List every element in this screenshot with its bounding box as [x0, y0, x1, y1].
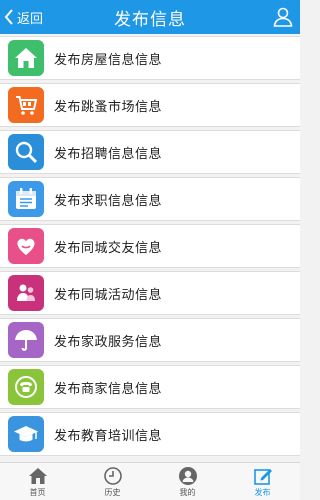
- tab-label: 我的: [179, 487, 196, 497]
- menu-item-market[interactable]: 发布跳蚤市场信息: [0, 83, 300, 127]
- umbrella-icon: [8, 322, 44, 358]
- menu-item-education[interactable]: 发布教育培训信息: [0, 412, 300, 456]
- clock-icon: [103, 466, 122, 485]
- magnifier-icon: [8, 134, 44, 170]
- menu-item-label: 发布房屋信息信息: [54, 52, 163, 68]
- edit-icon: [253, 468, 272, 485]
- house-icon: [8, 40, 44, 76]
- back-button[interactable]: 返回: [4, 0, 43, 34]
- menu-item-jobseek[interactable]: 发布求职信息信息: [0, 177, 300, 221]
- menu-item-merchant[interactable]: 发布商家信息信息: [0, 365, 300, 409]
- menu-item-label: 发布商家信息信息: [54, 381, 163, 397]
- menu-item-label: 发布求职信息信息: [54, 193, 163, 209]
- menu-item-label: 发布同城活动信息: [54, 287, 163, 303]
- menu-item-label: 发布教育培训信息: [54, 428, 163, 444]
- user-icon: [178, 466, 197, 485]
- menu-item-dating[interactable]: 发布同城交友信息: [0, 224, 300, 268]
- menu-item-recruit[interactable]: 发布招聘信息信息: [0, 130, 300, 174]
- user-icon[interactable]: [272, 6, 294, 28]
- menu-item-label: 发布同城交友信息: [54, 240, 163, 256]
- tab-label: 发布: [254, 487, 271, 497]
- tab-history[interactable]: 历史: [75, 463, 150, 500]
- tab-mine[interactable]: 我的: [150, 463, 225, 500]
- chevron-left-icon: [4, 9, 13, 25]
- graduation-cap-icon: [8, 416, 44, 452]
- home-icon: [28, 467, 47, 484]
- menu-item-activity[interactable]: 发布同城活动信息: [0, 271, 300, 315]
- tab-home[interactable]: 首页: [0, 463, 75, 500]
- cart-icon: [8, 87, 44, 123]
- top-bar: 返回 发布信息: [0, 0, 300, 34]
- page-title: 发布信息: [114, 9, 186, 30]
- menu-item-house[interactable]: 发布房屋信息信息: [0, 36, 300, 80]
- tab-label: 历史: [104, 487, 121, 497]
- menu-item-label: 发布家政服务信息: [54, 334, 163, 350]
- tab-publish[interactable]: 发布: [225, 463, 300, 500]
- back-label: 返回: [17, 11, 44, 27]
- menu-item-label: 发布跳蚤市场信息: [54, 99, 163, 115]
- tab-label: 首页: [29, 487, 46, 497]
- phone-icon: [8, 369, 44, 405]
- bottom-tab-bar: 首页 历史 我的 发布: [0, 462, 300, 500]
- menu-item-label: 发布招聘信息信息: [54, 146, 163, 162]
- people-icon: [8, 275, 44, 311]
- menu-item-housekeeping[interactable]: 发布家政服务信息: [0, 318, 300, 362]
- heart-hands-icon: [8, 228, 44, 264]
- calendar-icon: [8, 181, 44, 217]
